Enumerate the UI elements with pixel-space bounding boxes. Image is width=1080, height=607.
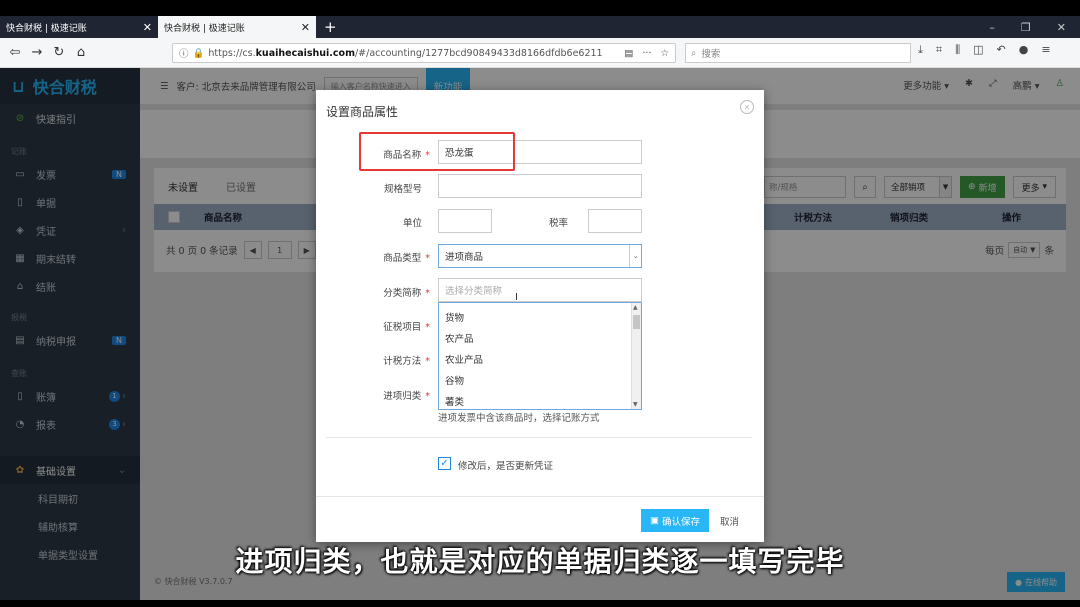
tax-rate-input[interactable] <box>588 209 642 233</box>
label-text: 商品类型 <box>383 253 422 264</box>
chevron-down-icon: ⌄ <box>629 245 641 267</box>
close-icon[interactable]: ✕ <box>740 100 754 114</box>
info-icon[interactable]: ⓘ <box>179 46 189 60</box>
spec-input[interactable] <box>438 174 642 198</box>
browser-tab-strip: 快合财税 | 极速记账 ✕ 快合财税 | 极速记账 ✕ + – ❐ ✕ <box>0 16 1080 38</box>
chat-icon[interactable]: ● <box>1019 43 1029 57</box>
video-bottom-bar <box>0 600 1080 607</box>
label-text: 分类简称 <box>383 288 422 299</box>
page-actions-icon[interactable]: ··· <box>642 48 651 59</box>
required-mark: * <box>425 288 430 299</box>
label-text: 征税项目 <box>383 322 422 333</box>
video-subtitle: 进项归类，也就是对应的单据归类逐一填写完毕 <box>235 545 845 578</box>
address-bar[interactable]: ⓘ 🔒 https://cs. kuaihecaishui.com/#/accou… <box>172 43 676 63</box>
category-dropdown: 货物 农产品 农业产品 谷物 薯类 ▲ ▼ <box>438 302 642 410</box>
required-mark: * <box>425 391 430 402</box>
minimize-icon[interactable]: – <box>989 21 995 34</box>
restore-icon[interactable]: ❐ <box>1021 21 1031 34</box>
forward-icon[interactable]: → <box>26 45 48 60</box>
download-icon[interactable]: ⤓ <box>918 43 923 57</box>
dropdown-option[interactable]: 农业产品 <box>439 348 641 369</box>
close-icon[interactable]: ✕ <box>143 21 152 34</box>
input-class-label: 进项归类 * <box>330 388 430 402</box>
browser-navbar: ⇦ → ↻ ⌂ ⓘ 🔒 https://cs. kuaihecaishui.com… <box>0 38 1080 68</box>
scroll-up-icon[interactable]: ▲ <box>633 304 638 311</box>
screenshot-icon[interactable]: ⌗ <box>936 43 942 57</box>
label-text: 计税方法 <box>383 356 422 367</box>
annotation-highlight-box <box>359 132 515 171</box>
dropdown-option[interactable]: 谷物 <box>439 369 641 390</box>
search-placeholder: 搜索 <box>701 49 721 60</box>
url-path: /#/accounting/1277bcd90849433d8166dfdb6e… <box>354 47 603 59</box>
bookmark-star-icon[interactable]: ☆ <box>660 48 669 59</box>
unit-label: 单位 <box>402 218 422 229</box>
close-icon[interactable]: ✕ <box>301 21 310 34</box>
tab-title: 快合财税 | 极速记账 <box>164 23 245 34</box>
update-voucher-checkbox[interactable]: ✓ <box>438 457 451 470</box>
input-class-hint: 进项发票中含该商品时，选择记账方式 <box>438 413 600 424</box>
checkmark-icon: ✓ <box>440 458 449 469</box>
dropdown-option[interactable]: 农产品 <box>439 327 641 348</box>
url-host: kuaihecaishui.com <box>255 47 355 59</box>
cancel-button[interactable]: 取消 <box>720 509 739 532</box>
browser-tab-1[interactable]: 快合财税 | 极速记账 ✕ <box>0 16 158 38</box>
undo-icon[interactable]: ↶ <box>997 43 1006 57</box>
scroll-down-icon[interactable]: ▼ <box>633 401 638 408</box>
confirm-save-button[interactable]: ▣ 确认保存 <box>641 509 709 532</box>
window-close-icon[interactable]: ✕ <box>1057 21 1066 34</box>
category-input[interactable]: 选择分类简称 <box>438 278 642 302</box>
dropdown-option[interactable]: 薯类 <box>439 390 641 409</box>
tax-item-label: 征税项目 * <box>330 319 430 333</box>
browser-tab-2[interactable]: 快合财税 | 极速记账 ✕ <box>158 16 316 38</box>
back-icon[interactable]: ⇦ <box>4 45 26 60</box>
sidebar-toggle-icon[interactable]: ◫ <box>973 43 983 57</box>
search-icon: ⌕ <box>691 47 697 59</box>
dialog-title: 设置商品属性 <box>326 105 399 119</box>
goods-type-select[interactable]: 进项商品 ⌄ <box>438 244 642 268</box>
required-mark: * <box>425 253 430 264</box>
tab-title: 快合财税 | 极速记账 <box>6 23 87 34</box>
new-tab-icon[interactable]: + <box>316 16 345 38</box>
divider <box>316 496 764 497</box>
home-icon[interactable]: ⌂ <box>70 45 92 60</box>
library-icon[interactable]: ⫼ <box>955 43 960 57</box>
menu-icon[interactable]: ≡ <box>1041 43 1050 57</box>
lock-icon: 🔒 <box>192 47 205 59</box>
save-icon: ▣ <box>650 515 659 526</box>
save-label: 确认保存 <box>661 516 700 528</box>
required-mark: * <box>425 322 430 333</box>
tax-rate-label: 税率 <box>548 218 568 229</box>
url-prefix: https://cs. <box>208 47 256 59</box>
dropdown-scrollbar[interactable]: ▲ ▼ <box>631 303 641 409</box>
label-text: 进项归类 <box>383 391 422 402</box>
type-label: 商品类型 * <box>330 250 430 264</box>
spec-label: 规格型号 <box>383 184 422 195</box>
scrollbar-thumb[interactable] <box>633 315 640 329</box>
browser-search-input[interactable]: ⌕ 搜索 <box>685 43 911 63</box>
dropdown-option[interactable]: 货物 <box>439 306 641 327</box>
required-mark: * <box>425 356 430 367</box>
goods-type-value: 进项商品 <box>445 252 484 263</box>
reader-icon[interactable]: ▤ <box>624 48 633 59</box>
video-top-bar <box>0 0 1080 16</box>
reload-icon[interactable]: ↻ <box>48 45 70 60</box>
category-label: 分类简称 * <box>330 285 430 299</box>
tax-method-label: 计税方法 * <box>330 353 430 367</box>
update-voucher-label: 修改后，是否更新凭证 <box>458 461 554 472</box>
divider <box>326 437 752 438</box>
